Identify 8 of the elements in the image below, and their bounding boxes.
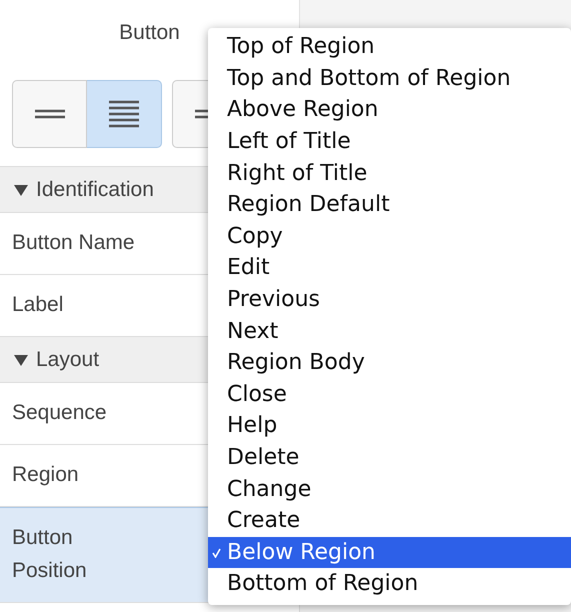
property-label: Sequence (12, 400, 108, 426)
property-label: Label (12, 292, 64, 318)
section-title: Identification (36, 176, 154, 203)
panel-title: Button (119, 20, 180, 46)
property-label: Button Position (12, 525, 88, 584)
property-label: Button Name (12, 230, 136, 256)
section-title: Layout (36, 346, 100, 373)
property-label: Region (12, 462, 80, 488)
